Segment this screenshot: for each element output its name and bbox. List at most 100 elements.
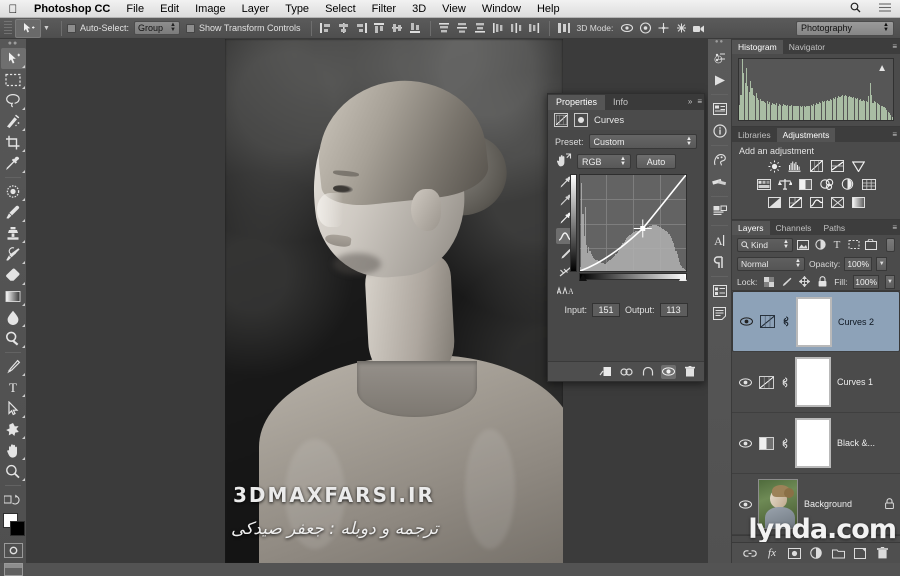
spot-healing-brush-tool[interactable] — [1, 181, 26, 202]
custom-shape-tool[interactable] — [1, 419, 26, 440]
blend-mode-dropdown[interactable]: Normal ▲ ▼ — [737, 256, 805, 271]
properties-panel[interactable]: Properties Info » ≡ Curves Preset: Custo… — [547, 93, 705, 382]
filter-shape-icon[interactable] — [847, 238, 861, 252]
history-panel-icon[interactable]: ◷ — [709, 47, 731, 69]
new-adjustment-layer-icon[interactable] — [809, 546, 823, 560]
color-balance-icon[interactable] — [777, 177, 792, 191]
distribute-bottom-icon[interactable] — [472, 19, 490, 37]
paragraph-panel-icon[interactable] — [709, 251, 731, 273]
posterize-icon[interactable] — [788, 195, 803, 209]
rectangular-marquee-tool[interactable] — [1, 69, 26, 90]
menu-image[interactable]: Image — [187, 0, 234, 18]
character-styles-panel-icon[interactable] — [709, 280, 731, 302]
brightness-contrast-icon[interactable] — [767, 159, 782, 173]
swatches-panel-icon[interactable] — [709, 171, 731, 193]
table-row[interactable]: Curves 2 — [732, 291, 900, 352]
align-horizontal-centers-icon[interactable] — [335, 19, 353, 37]
tab-navigator[interactable]: Navigator — [783, 40, 831, 54]
cached-data-warning-icon[interactable]: ▲ — [877, 63, 887, 74]
vibrance-icon[interactable] — [851, 159, 866, 173]
channel-dropdown[interactable]: RGB ▲ ▼ — [577, 154, 631, 169]
actions-panel-icon[interactable] — [709, 69, 731, 91]
add-layer-mask-icon[interactable] — [787, 546, 801, 560]
white-input-slider[interactable] — [679, 274, 687, 281]
color-panel-icon[interactable] — [709, 149, 731, 171]
list-icon[interactable] — [870, 2, 900, 15]
layer-name[interactable]: Black &... — [837, 438, 894, 448]
layer-mask-link-icon[interactable] — [780, 437, 789, 449]
clip-to-layer-icon[interactable] — [574, 113, 588, 127]
layer-name[interactable]: Background — [804, 499, 879, 509]
auto-button[interactable]: Auto — [636, 154, 676, 169]
background-color-swatch[interactable] — [9, 521, 25, 536]
new-group-icon[interactable] — [831, 546, 845, 560]
auto-select-checkbox[interactable] — [66, 23, 76, 33]
history-brush-tool[interactable] — [1, 244, 26, 265]
3d-slide-icon[interactable] — [672, 19, 690, 37]
levels-icon[interactable] — [788, 159, 803, 173]
delete-layer-icon[interactable] — [875, 546, 889, 560]
filter-smartobject-icon[interactable] — [864, 238, 878, 252]
3d-orbit-icon[interactable] — [618, 19, 636, 37]
info-panel-icon[interactable] — [709, 120, 731, 142]
properties-panel-icon[interactable] — [709, 98, 731, 120]
layer-mask-thumbnail[interactable] — [795, 418, 831, 468]
dodge-tool[interactable] — [1, 328, 26, 349]
move-tool[interactable] — [0, 48, 26, 69]
clone-stamp-tool[interactable] — [1, 223, 26, 244]
curves-icon[interactable] — [809, 159, 824, 173]
options-bar-grip[interactable] — [4, 21, 12, 35]
menu-filter[interactable]: Filter — [364, 0, 404, 18]
panel-menu-icon[interactable]: ≡ — [892, 130, 897, 139]
layer-mask-link-icon[interactable] — [780, 376, 789, 388]
panel-menu-icon[interactable]: ≡ — [892, 223, 897, 232]
layer-name[interactable]: Curves 1 — [837, 377, 894, 387]
tab-paths[interactable]: Paths — [817, 221, 851, 235]
layer-visibility-icon[interactable] — [738, 377, 752, 387]
layer-mask-thumbnail[interactable] — [796, 296, 832, 347]
lock-transparent-pixels-icon[interactable] — [763, 275, 775, 288]
align-left-edges-icon[interactable] — [317, 19, 335, 37]
distribute-top-icon[interactable] — [436, 19, 454, 37]
output-value-field[interactable]: 113 — [659, 303, 688, 317]
align-vertical-centers-icon[interactable] — [389, 19, 407, 37]
layer-mask-thumbnail[interactable] — [795, 357, 831, 407]
gradient-tool[interactable] — [1, 286, 26, 307]
toolbar-grip[interactable]: ●● — [0, 39, 26, 48]
menu-layer[interactable]: Layer — [234, 0, 278, 18]
lock-position-icon[interactable] — [799, 275, 811, 288]
auto-options-icon[interactable]: A — [556, 282, 574, 298]
menu-file[interactable]: File — [118, 0, 152, 18]
distribute-left-icon[interactable] — [490, 19, 508, 37]
filter-pixel-icon[interactable] — [796, 238, 810, 252]
panel-menu-icon[interactable]: ≡ — [892, 42, 897, 51]
eraser-tool[interactable] — [1, 265, 26, 286]
filter-type-icon[interactable]: T — [830, 238, 844, 252]
dock-grip[interactable]: ●● — [708, 39, 731, 47]
distribute-vertical-center-icon[interactable] — [454, 19, 472, 37]
reset-adjustment-button[interactable] — [640, 365, 655, 379]
lock-all-icon[interactable] — [816, 275, 828, 288]
delete-adjustment-layer-button[interactable] — [682, 365, 697, 379]
menu-window[interactable]: Window — [474, 0, 529, 18]
preset-dropdown[interactable]: Custom ▲ ▼ — [588, 134, 697, 149]
edit-toolbar-button[interactable] — [1, 489, 26, 510]
align-right-edges-icon[interactable] — [353, 19, 371, 37]
menu-3d[interactable]: 3D — [404, 0, 434, 18]
link-layers-icon[interactable] — [743, 546, 757, 560]
black-white-icon[interactable] — [798, 177, 813, 191]
clip-to-layer-button[interactable] — [598, 365, 613, 379]
tab-adjustments[interactable]: Adjustments — [776, 128, 836, 142]
layer-mask-link-icon[interactable] — [781, 316, 790, 327]
filter-adjustment-icon[interactable] — [813, 238, 827, 252]
collapse-panel-icon[interactable]: » — [688, 97, 692, 106]
menu-type[interactable]: Type — [277, 0, 317, 18]
fill-stepper[interactable]: ▼ — [884, 274, 895, 289]
invert-icon[interactable] — [767, 195, 782, 209]
eyedropper-tool[interactable] — [1, 153, 26, 174]
type-tool[interactable]: T — [1, 377, 26, 398]
gradient-map-icon[interactable] — [851, 195, 866, 209]
distribute-spacing-icon[interactable] — [555, 19, 573, 37]
search-icon[interactable] — [841, 2, 870, 16]
on-image-adjust-icon[interactable] — [555, 153, 572, 170]
